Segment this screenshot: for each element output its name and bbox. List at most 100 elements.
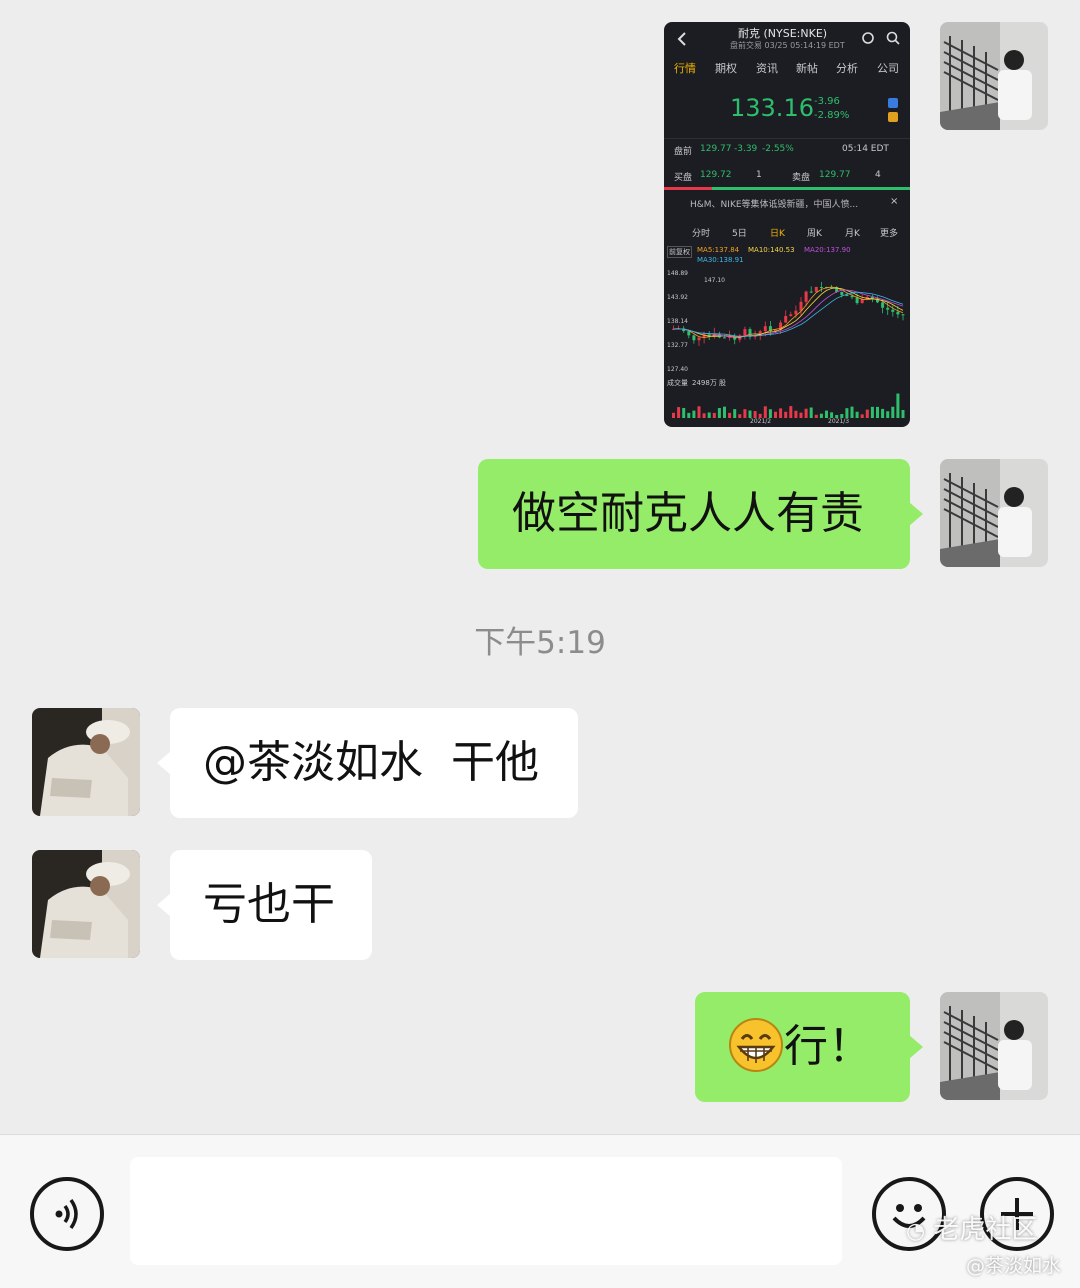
friend-avatar[interactable] [32, 850, 140, 958]
volume-bar [779, 408, 783, 418]
news-ticker: H&M、NIKE等集体诋毁新疆，中国人愤... [690, 200, 859, 210]
volume-bar [901, 410, 905, 418]
message-bubble-theirs[interactable]: @茶淡如水 干他 [157, 708, 578, 818]
message-input[interactable] [130, 1157, 842, 1265]
volume-bar [886, 411, 890, 418]
volume-bar [855, 411, 859, 418]
volume-bar [697, 406, 701, 418]
premarket-change: -3.39 [734, 144, 758, 154]
volume-value: 2498万 股 [692, 379, 727, 387]
volume-bar [860, 414, 864, 418]
volume-bar [692, 410, 696, 418]
volume-bar [774, 411, 777, 418]
message-bubble-mine[interactable]: 行！ [695, 992, 923, 1102]
bid-price: 129.72 [700, 170, 732, 180]
friend-avatar-photo-icon [32, 708, 140, 816]
friend-avatar-photo-icon [32, 850, 140, 958]
period-monthly: 月K [845, 229, 860, 239]
volume-bar [672, 412, 675, 418]
bid-label: 买盘 [674, 173, 693, 183]
candle-body [850, 296, 854, 298]
ma5-label: MA5:137.84 [697, 246, 740, 254]
message-text: @茶淡如水 干他 [203, 737, 539, 788]
candle-body [743, 329, 747, 336]
volume-bar [865, 409, 869, 418]
candle-body [896, 311, 900, 315]
volume-label: 成交量 [667, 379, 688, 387]
volume-bar [748, 410, 752, 418]
stock-price: 133.16 [730, 94, 814, 122]
volume-bar [825, 410, 828, 418]
my-avatar[interactable] [940, 992, 1048, 1100]
stock-screenshot-image[interactable]: 耐克 (NYSE:NKE) 盘前交易 03/25 05:14:19 EDT 行情… [664, 22, 910, 427]
my-avatar-photo-icon [940, 992, 1048, 1100]
tab-news: 资讯 [756, 62, 778, 75]
volume-bar [753, 411, 757, 418]
message-text: 行！ [784, 1021, 872, 1072]
voice-button[interactable] [30, 1177, 104, 1251]
volume-bar [799, 412, 803, 418]
grinning-face-emoji-icon [729, 1018, 783, 1072]
tab-company: 公司 [877, 62, 899, 75]
period-5d: 5日 [732, 229, 747, 239]
candle-body [881, 302, 885, 308]
my-avatar[interactable] [940, 459, 1048, 567]
candle-body [840, 291, 844, 295]
message-bubble-mine[interactable]: 做空耐克人人有责 [478, 459, 923, 569]
premarket-time: 05:14 EDT [842, 144, 889, 154]
candle-body [697, 337, 701, 341]
refresh-icon [862, 32, 874, 44]
watermark-logo: ◔ 老虎社区 [906, 1209, 1037, 1246]
volume-bar [717, 408, 721, 418]
stock-title: 耐克 (NYSE:NKE) [738, 27, 828, 40]
volume-bar [707, 412, 711, 418]
back-icon [677, 32, 686, 46]
period-more: 更多 [880, 229, 899, 239]
volume-bar [794, 410, 798, 418]
volume-bar [809, 407, 813, 418]
volume-bar [738, 414, 742, 418]
search-icon [886, 31, 900, 45]
tab-analysis: 分析 [836, 62, 858, 75]
candle-body [814, 287, 818, 292]
volume-chart [672, 393, 905, 418]
volume-bar [712, 412, 716, 418]
volume-bar [850, 406, 854, 418]
candle-body [784, 315, 788, 323]
volume-bar [876, 406, 879, 418]
volume-bar [682, 407, 686, 418]
my-avatar-photo-icon [940, 22, 1048, 130]
message-bubble-theirs[interactable]: 亏也干 [157, 850, 372, 960]
volume-bar [881, 408, 885, 418]
candle-body [845, 294, 849, 297]
volume-bar [819, 413, 823, 418]
tab-options: 期权 [715, 62, 737, 75]
period-daily: 日K [770, 229, 785, 239]
chat-input-bar: ◔ 老虎社区 @茶淡如水 [0, 1134, 1080, 1288]
friend-avatar[interactable] [32, 708, 140, 816]
stock-change: -3.96 [814, 96, 840, 107]
watermark-user: @茶淡如水 [966, 1255, 1062, 1277]
message-timestamp: 下午5:19 [474, 625, 606, 661]
premarket-label: 盘前 [674, 147, 693, 157]
volume-bar [891, 406, 895, 418]
candle-body [901, 314, 905, 316]
adj-label: 前复权 [667, 246, 692, 258]
ma10-label: MA10:140.53 [748, 246, 795, 254]
candle-body [804, 291, 808, 302]
date-tick: 2021/2 [750, 418, 772, 425]
premarket-price: 129.77 [700, 144, 732, 154]
volume-bar [804, 408, 808, 418]
my-avatar[interactable] [940, 22, 1048, 130]
volume-bar [763, 406, 767, 418]
volume-bar [723, 406, 726, 418]
candle-body [723, 337, 726, 339]
candle-body [819, 287, 823, 288]
stock-change-pct: -2.89% [814, 110, 850, 121]
margin-badge-icon [888, 112, 898, 122]
period-weekly: 周K [807, 229, 822, 239]
bid-size: 1 [756, 170, 762, 180]
message-text: 亏也干 [203, 879, 335, 930]
candle-body [891, 309, 895, 312]
candle-body [692, 335, 696, 341]
